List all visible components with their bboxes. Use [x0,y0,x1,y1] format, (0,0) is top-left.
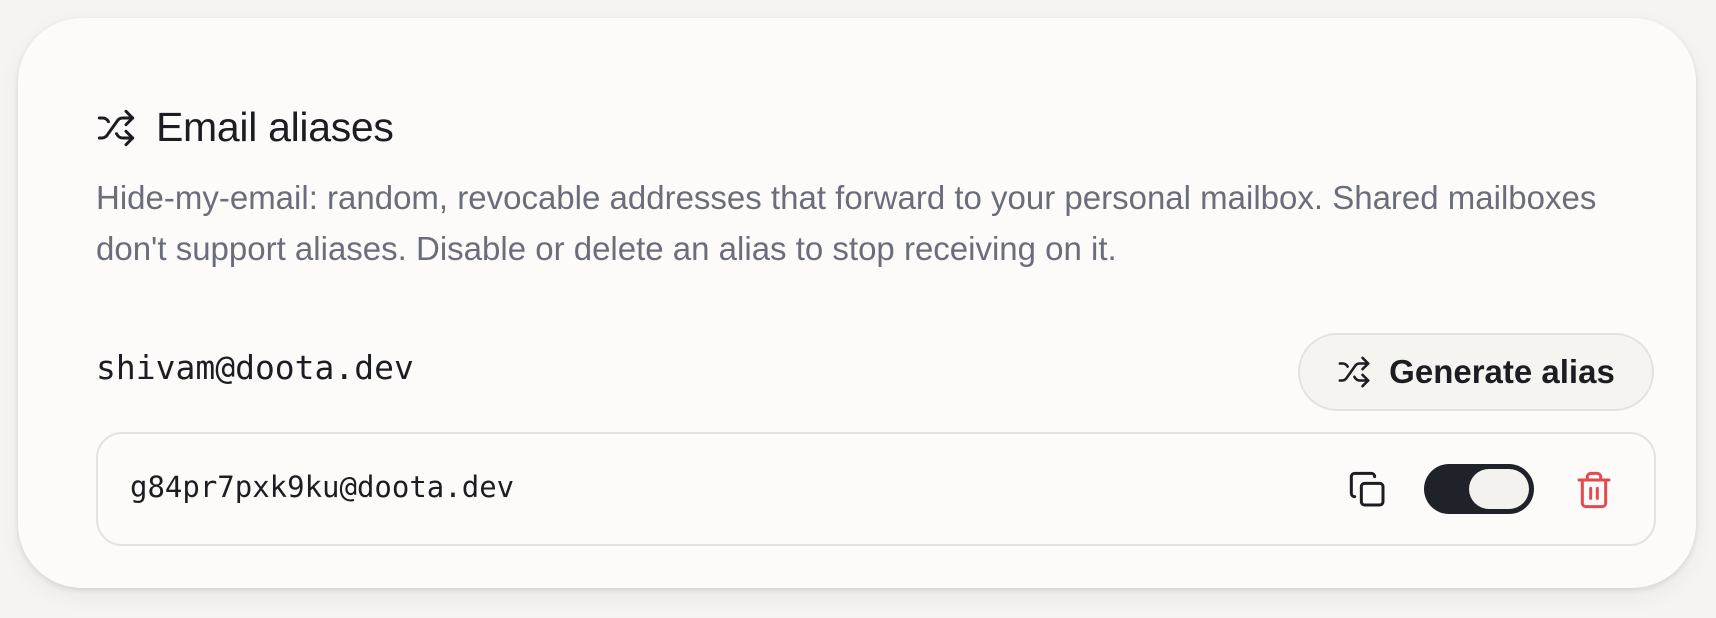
section-header: Email aliases [96,104,394,151]
shuffle-icon [96,108,136,148]
delete-alias-button[interactable] [1574,470,1614,510]
section-description: Hide-my-email: random, revocable address… [96,179,1597,267]
alias-enabled-toggle[interactable] [1424,464,1534,514]
generate-alias-label: Generate alias [1389,353,1615,390]
account-email: shivam@doota.dev [96,348,414,387]
shuffle-icon [1337,355,1371,389]
copy-alias-button[interactable] [1348,470,1388,510]
toggle-knob [1469,469,1529,509]
copy-icon [1348,470,1388,510]
alias-address: g84pr7pxk9ku@doota.dev [130,470,515,504]
generate-alias-button[interactable]: Generate alias [1298,333,1654,411]
alias-row: g84pr7pxk9ku@doota.dev [96,432,1656,546]
trash-icon [1574,470,1614,510]
email-aliases-card: Email aliases Hide-my-email: random, rev… [18,18,1696,588]
section-title: Email aliases [156,104,394,150]
